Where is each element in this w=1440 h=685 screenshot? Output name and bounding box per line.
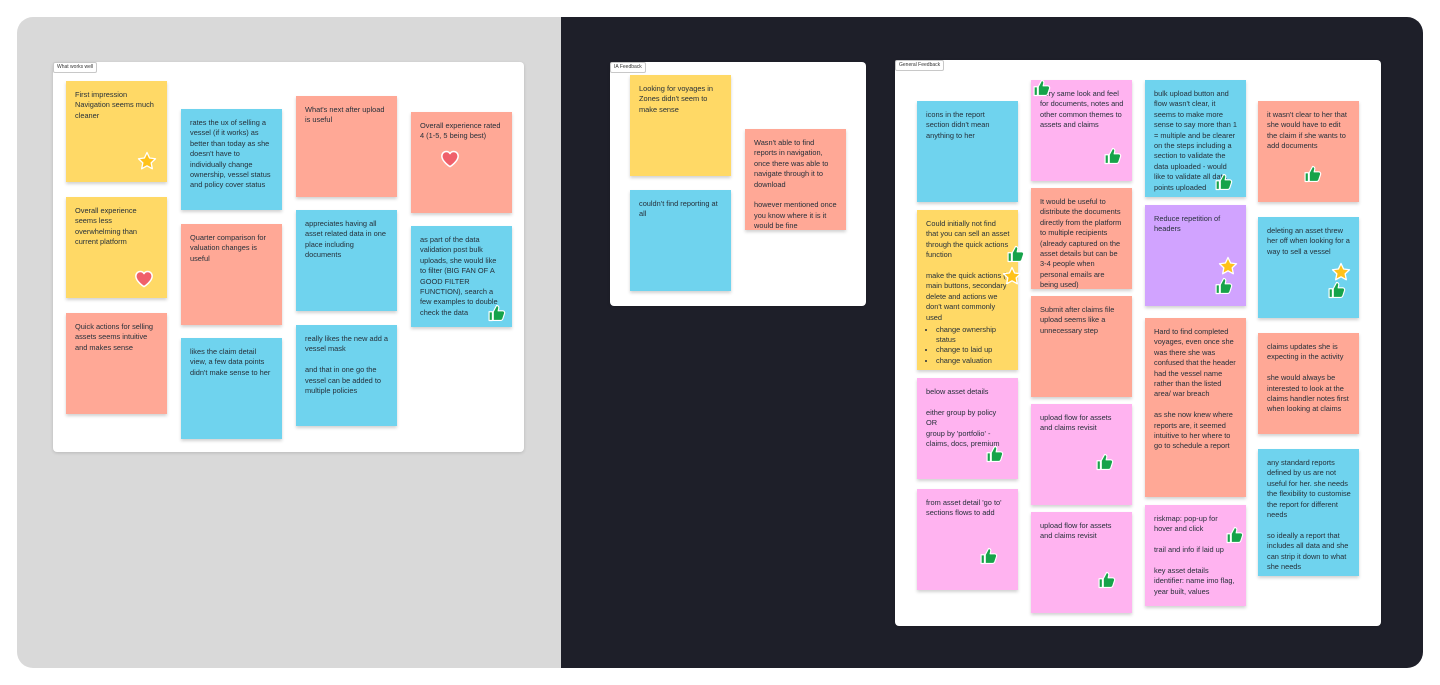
note-text: from asset detail 'go to' sections flows… xyxy=(926,498,1002,518)
note-text: below asset details either group by poli… xyxy=(926,387,1000,449)
note-text: appreciates having all asset related dat… xyxy=(305,219,386,260)
sticky-note[interactable]: from asset detail 'go to' sections flows… xyxy=(917,489,1018,590)
note-text: Quarter comparison for valuation changes… xyxy=(190,233,266,263)
sticky-note[interactable]: upload flow for assets and claims revisi… xyxy=(1031,404,1132,505)
sticky-note[interactable]: any standard reports defined by us are n… xyxy=(1258,449,1359,576)
note-text: deleting an asset threw her off when loo… xyxy=(1267,226,1350,256)
note-text: Overall experience rated 4 (1-5, 5 being… xyxy=(420,121,501,141)
note-text: First impression Navigation seems much c… xyxy=(75,90,154,120)
section-label: IA Feedback xyxy=(610,62,646,73)
note-text: Wasn't able to find reports in navigatio… xyxy=(754,138,837,230)
sticky-note[interactable]: Hard to find completed voyages, even onc… xyxy=(1145,318,1246,497)
section-label: What works well xyxy=(53,62,98,73)
sticky-note[interactable]: Quarter comparison for valuation changes… xyxy=(181,224,282,325)
thumbs-up-icon[interactable] xyxy=(1214,276,1234,296)
note-text: Quick actions for selling assets seems i… xyxy=(75,322,154,352)
sticky-note[interactable]: icons in the report section didn't mean … xyxy=(917,101,1018,202)
thumbs-up-icon[interactable] xyxy=(1103,146,1123,166)
note-text: couldn't find reporting at all xyxy=(639,199,718,219)
section-label: General Feedback xyxy=(895,60,945,71)
note-text: Looking for voyages in Zones didn't seem… xyxy=(639,84,713,114)
note-text: rates the ux of selling a vessel (if it … xyxy=(190,118,271,190)
thumbs-up-icon[interactable] xyxy=(1095,452,1115,472)
thumbs-up-icon[interactable] xyxy=(985,444,1005,464)
note-text: icons in the report section didn't mean … xyxy=(926,110,990,140)
sticky-note[interactable]: likes the claim detail view, a few data … xyxy=(181,338,282,439)
note-text: it wasn't clear to her that she would ha… xyxy=(1267,110,1347,151)
section-general-feedback[interactable]: General Feedback icons in the report sec… xyxy=(895,60,1381,626)
note-bullet: change ownership status xyxy=(936,325,1010,345)
sticky-note[interactable]: Could initially not find that you can se… xyxy=(917,210,1018,370)
sticky-note[interactable]: Overall experience rated 4 (1-5, 5 being… xyxy=(411,112,512,213)
star-icon[interactable] xyxy=(1331,262,1351,282)
note-text: Hard to find completed voyages, even onc… xyxy=(1154,327,1236,451)
note-text: Submit after claims file upload seems li… xyxy=(1040,305,1115,335)
note-text: Very same look and feel for documents, n… xyxy=(1040,89,1124,130)
sticky-note[interactable]: rates the ux of selling a vessel (if it … xyxy=(181,109,282,210)
note-text: Reduce repetition of headers xyxy=(1154,214,1221,234)
note-text: Could initially not find that you can se… xyxy=(926,219,1010,322)
note-bullet-list: change ownership status change to laid u… xyxy=(926,325,1010,366)
thumbs-up-icon[interactable] xyxy=(1214,172,1234,192)
sticky-note[interactable]: claims updates she is expecting in the a… xyxy=(1258,333,1359,434)
note-text: upload flow for assets and claims revisi… xyxy=(1040,521,1112,541)
note-text: really likes the new add a vessel mask a… xyxy=(305,334,388,396)
sticky-note[interactable]: It would be useful to distribute the doc… xyxy=(1031,188,1132,289)
sticky-note[interactable]: upload flow for assets and claims revisi… xyxy=(1031,512,1132,613)
note-text: upload flow for assets and claims revisi… xyxy=(1040,413,1112,433)
sticky-note[interactable]: Wasn't able to find reports in navigatio… xyxy=(745,129,846,230)
section-what-works-well[interactable]: What works well First impression Navigat… xyxy=(53,62,524,452)
sticky-note[interactable]: What's next after upload is useful xyxy=(296,96,397,197)
thumbs-up-icon[interactable] xyxy=(1097,570,1117,590)
thumbs-up-icon[interactable] xyxy=(487,303,507,323)
sticky-note[interactable]: couldn't find reporting at all xyxy=(630,190,731,291)
note-text: Overall experience seems less overwhelmi… xyxy=(75,206,138,247)
thumbs-up-icon[interactable] xyxy=(979,546,999,566)
heart-icon[interactable] xyxy=(134,269,154,289)
note-text: likes the claim detail view, a few data … xyxy=(190,347,271,377)
note-text: claims updates she is expecting in the a… xyxy=(1267,342,1349,414)
star-icon[interactable] xyxy=(137,151,157,171)
thumbs-up-icon[interactable] xyxy=(1303,164,1323,184)
note-text: It would be useful to distribute the doc… xyxy=(1040,197,1122,289)
sticky-note[interactable]: really likes the new add a vessel mask a… xyxy=(296,325,397,426)
sticky-note[interactable]: Looking for voyages in Zones didn't seem… xyxy=(630,75,731,176)
sticky-note[interactable]: it wasn't clear to her that she would ha… xyxy=(1258,101,1359,202)
star-icon[interactable] xyxy=(1002,266,1022,286)
star-icon[interactable] xyxy=(1218,256,1238,276)
note-text: What's next after upload is useful xyxy=(305,105,385,125)
note-text: any standard reports defined by us are n… xyxy=(1267,458,1351,572)
thumbs-up-icon[interactable] xyxy=(1032,78,1052,98)
note-bullet: change valuation xyxy=(936,356,1010,366)
note-bullet: change to laid up xyxy=(936,345,1010,355)
section-ia-feedback[interactable]: IA Feedback Looking for voyages in Zones… xyxy=(610,62,866,306)
sticky-note[interactable]: appreciates having all asset related dat… xyxy=(296,210,397,311)
thumbs-up-icon[interactable] xyxy=(1006,244,1026,264)
sticky-note[interactable]: riskmap: pop-up for hover and click trai… xyxy=(1145,505,1246,606)
heart-icon[interactable] xyxy=(440,149,460,169)
thumbs-up-icon[interactable] xyxy=(1225,525,1245,545)
sticky-note[interactable]: Submit after claims file upload seems li… xyxy=(1031,296,1132,397)
whiteboard-canvas[interactable]: What works well First impression Navigat… xyxy=(17,17,1423,668)
thumbs-up-icon[interactable] xyxy=(1327,280,1347,300)
sticky-note[interactable]: Quick actions for selling assets seems i… xyxy=(66,313,167,414)
